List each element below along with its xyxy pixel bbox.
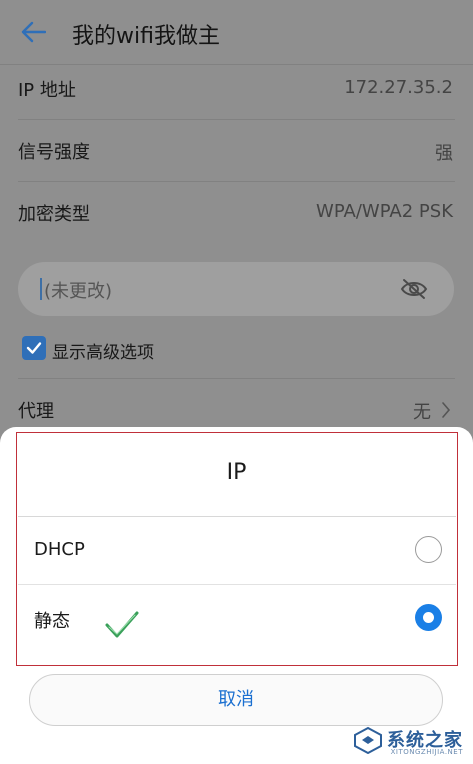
- text-cursor: [40, 278, 42, 300]
- password-placeholder: (未更改): [44, 281, 113, 302]
- watermark: 系统之家 XITONGZHIJIA.NET: [313, 722, 463, 758]
- advanced-divider-row: [0, 317, 473, 379]
- password-field[interactable]: (未更改): [18, 262, 454, 316]
- ip-address-row: IP 地址 172.27.35.2: [0, 58, 473, 120]
- signal-strength-label: 信号强度: [18, 142, 90, 163]
- arrow-left-icon[interactable]: [20, 21, 46, 43]
- ip-settings-dialog: IP DHCP 静态 取消 系统之家 XITONGZHIJIA.NET: [0, 427, 473, 764]
- signal-strength-row: 信号强度 强: [0, 120, 473, 182]
- chevron-right-icon: [442, 402, 451, 418]
- cancel-button[interactable]: 取消: [29, 674, 443, 726]
- encryption-type-label: 加密类型: [18, 204, 90, 225]
- proxy-value: 无: [413, 402, 431, 423]
- page-title: 我的wifi我做主: [72, 24, 220, 49]
- encryption-type-value: WPA/WPA2 PSK: [316, 201, 453, 222]
- highlight-frame: [16, 432, 458, 666]
- watermark-logo-icon: [354, 726, 382, 754]
- app-header: 我的wifi我做主: [0, 0, 473, 64]
- eye-off-icon[interactable]: [400, 277, 428, 301]
- encryption-type-row: 加密类型 WPA/WPA2 PSK: [0, 182, 473, 244]
- signal-strength-value: 强: [435, 143, 453, 164]
- ip-address-value: 172.27.35.2: [344, 77, 453, 98]
- watermark-subtext: XITONGZHIJIA.NET: [390, 748, 463, 756]
- ip-address-label: IP 地址: [18, 80, 76, 101]
- proxy-label: 代理: [18, 401, 54, 422]
